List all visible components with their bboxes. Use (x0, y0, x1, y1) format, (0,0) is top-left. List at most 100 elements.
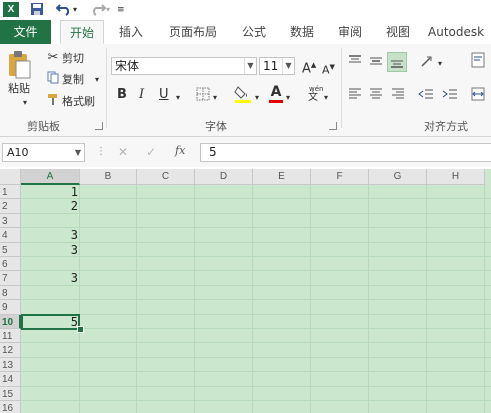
row-header-4[interactable]: 4 (0, 228, 21, 243)
copy-button[interactable]: 复制 (62, 73, 84, 87)
cell-a15[interactable] (22, 387, 78, 401)
customize-qat-icon[interactable]: ≡ (117, 2, 125, 18)
row-header-13[interactable]: 13 (0, 357, 21, 373)
row-header-16[interactable]: 16 (0, 401, 21, 413)
underline-dropdown-icon[interactable]: ▾ (176, 91, 180, 105)
top-align-icon[interactable] (347, 54, 363, 73)
paste-icon[interactable] (6, 50, 32, 80)
cut-icon[interactable]: ✂ (46, 50, 60, 66)
font-color-dropdown-icon[interactable]: ▾ (286, 91, 290, 105)
cancel-icon[interactable]: ✕ (118, 145, 128, 159)
fill-color-dropdown-icon[interactable]: ▾ (255, 91, 259, 105)
save-icon[interactable] (30, 2, 44, 18)
enter-icon[interactable]: ✓ (146, 145, 156, 159)
cell-a8[interactable] (22, 286, 78, 300)
borders-icon[interactable] (195, 87, 211, 106)
tab-autodesk[interactable]: Autodesk (428, 20, 491, 44)
copy-dropdown-icon[interactable]: ▾ (95, 73, 99, 87)
formula-input[interactable]: 5 (200, 143, 491, 162)
cell-a9[interactable] (22, 300, 78, 314)
chevron-down-icon[interactable]: ▼ (244, 58, 256, 74)
cell-a16[interactable] (22, 401, 78, 413)
row-header-9[interactable]: 9 (0, 300, 21, 315)
cell-a5[interactable]: 3 (22, 243, 78, 257)
row-header-8[interactable]: 8 (0, 285, 21, 301)
undo-icon[interactable] (55, 2, 72, 18)
fill-color-icon[interactable] (234, 84, 252, 104)
increase-indent-icon[interactable] (442, 87, 458, 106)
row-header-14[interactable]: 14 (0, 372, 21, 387)
font-size-combo[interactable]: 11 ▼ (259, 57, 295, 75)
wrap-text-icon[interactable] (468, 52, 488, 73)
tab-home[interactable]: 开始 (60, 20, 104, 44)
underline-button[interactable]: U (159, 88, 169, 102)
tab-data[interactable]: 数据 (284, 20, 320, 44)
tab-page-layout[interactable]: 页面布局 (163, 20, 223, 44)
column-header-d[interactable]: D (195, 169, 253, 185)
column-header-e[interactable]: E (253, 169, 311, 185)
cell-a14[interactable] (22, 372, 78, 386)
fill-handle[interactable] (77, 326, 84, 333)
row-header-7[interactable]: 7 (0, 271, 21, 286)
cell-a13[interactable] (22, 358, 78, 372)
increase-font-size-button[interactable]: A▲ (302, 58, 316, 76)
row-header-11[interactable]: 11 (0, 329, 21, 344)
phonetic-dropdown-icon[interactable]: ▾ (324, 91, 328, 105)
tab-file[interactable]: 文件 (0, 20, 51, 44)
paste-button[interactable]: 粘贴 (8, 82, 30, 96)
paste-dropdown-icon[interactable]: ▾ (23, 96, 27, 110)
cell-a11[interactable] (22, 329, 78, 343)
row-header-5[interactable]: 5 (0, 242, 21, 257)
clipboard-launcher-icon[interactable] (95, 122, 103, 130)
bold-button[interactable]: B (117, 88, 127, 102)
decrease-indent-icon[interactable] (418, 87, 434, 106)
chevron-down-icon[interactable]: ▼ (282, 58, 294, 74)
undo-dropdown-icon[interactable]: ▾ (73, 2, 77, 18)
phonetic-guide-icon[interactable]: wén 文 (306, 84, 323, 104)
cell-a3[interactable] (22, 214, 78, 228)
orientation-icon[interactable] (420, 54, 436, 73)
chevron-down-icon[interactable]: ▼ (75, 144, 81, 161)
decrease-font-size-button[interactable]: A▼ (322, 60, 335, 78)
row-header-6[interactable]: 6 (0, 257, 21, 272)
row-header-15[interactable]: 15 (0, 386, 21, 401)
cell-a1[interactable]: 1 (22, 185, 78, 199)
insert-function-button[interactable]: fx (175, 144, 185, 157)
column-header-g[interactable]: G (369, 169, 427, 185)
name-box[interactable]: A10 ▼ (2, 143, 85, 162)
row-header-2[interactable]: 2 (0, 199, 21, 214)
format-painter-icon[interactable] (46, 93, 60, 111)
row-header-12[interactable]: 12 (0, 343, 21, 358)
cell-a4[interactable]: 3 (22, 228, 78, 242)
tab-view[interactable]: 视图 (380, 20, 416, 44)
redo-icon[interactable] (90, 2, 107, 18)
format-painter-button[interactable]: 格式刷 (62, 95, 95, 109)
row-header-10[interactable]: 10 (0, 314, 21, 329)
tab-insert[interactable]: 插入 (112, 20, 150, 44)
redo-dropdown-icon[interactable]: ▾ (106, 2, 110, 18)
align-center-icon[interactable] (368, 87, 384, 106)
align-left-icon[interactable] (347, 87, 363, 106)
column-header-a[interactable]: A (21, 169, 80, 185)
row-header-1[interactable]: 1 (0, 185, 21, 200)
cell-a6[interactable] (22, 257, 78, 271)
cell-a7[interactable]: 3 (22, 271, 78, 285)
font-launcher-icon[interactable] (329, 122, 337, 130)
tab-review[interactable]: 审阅 (332, 20, 368, 44)
align-right-icon[interactable] (390, 87, 406, 106)
column-header-h[interactable]: H (427, 169, 485, 185)
column-header-c[interactable]: C (137, 169, 195, 185)
orientation-dropdown-icon[interactable]: ▾ (438, 57, 442, 71)
select-all-corner[interactable] (0, 169, 21, 185)
column-header-f[interactable]: F (311, 169, 369, 185)
copy-icon[interactable] (46, 71, 60, 89)
tab-formulas[interactable]: 公式 (236, 20, 272, 44)
cut-button[interactable]: 剪切 (62, 52, 84, 66)
font-color-icon[interactable]: A (268, 84, 284, 104)
borders-dropdown-icon[interactable]: ▾ (213, 91, 217, 105)
bottom-align-icon[interactable] (387, 52, 407, 72)
italic-button[interactable]: I (139, 88, 144, 102)
middle-align-icon[interactable] (368, 54, 384, 73)
font-name-combo[interactable]: 宋体 ▼ (111, 57, 257, 75)
row-header-3[interactable]: 3 (0, 213, 21, 229)
